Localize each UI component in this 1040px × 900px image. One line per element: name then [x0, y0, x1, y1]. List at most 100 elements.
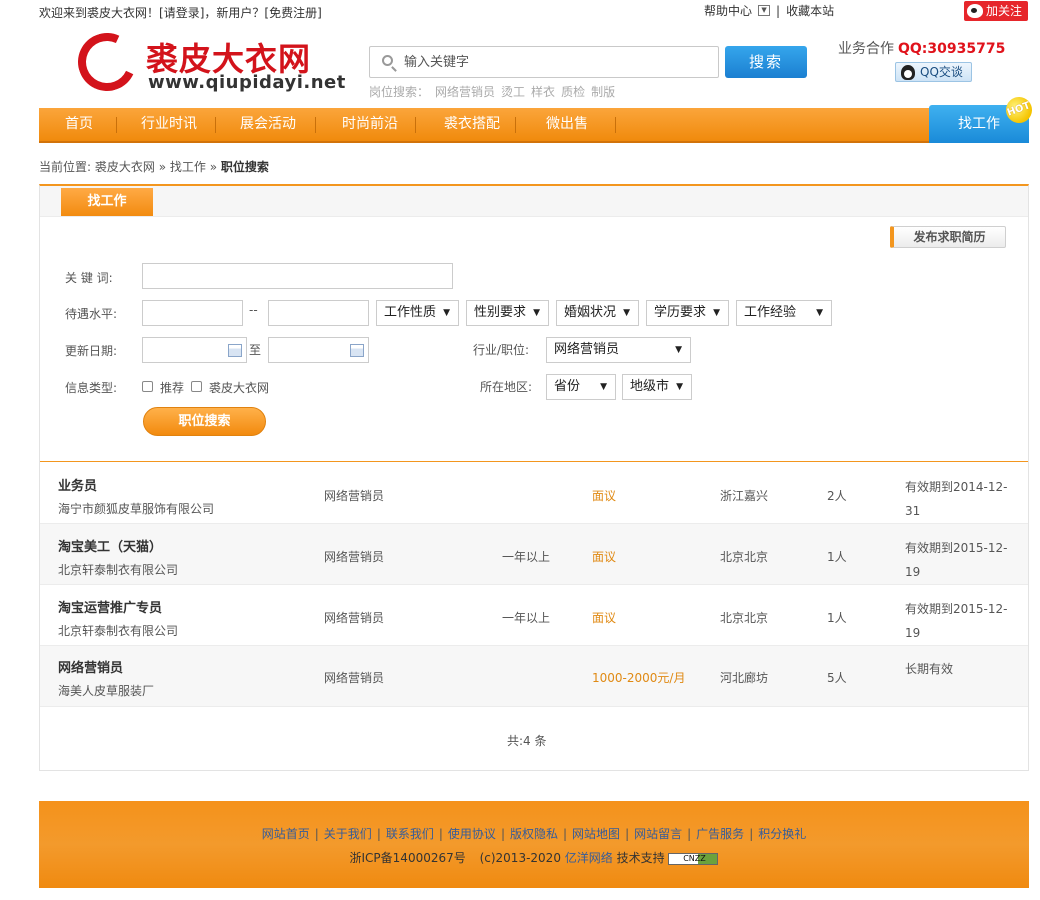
nav-item-news[interactable]: 行业时讯 [117, 108, 216, 141]
select-value: 婚姻状况 [564, 305, 617, 320]
hot-search-item[interactable]: 烫工 [501, 85, 525, 99]
logo-url: www.qiupidayi.net [148, 72, 346, 93]
job-count: 1人 [827, 550, 847, 564]
job-title[interactable]: 业务员 [58, 475, 97, 494]
select-value: 省份 [554, 379, 581, 394]
divider: | [625, 827, 630, 841]
keyword-label: 关 键 词: [65, 271, 113, 285]
dropdown-arrow-icon: ▼ [713, 308, 720, 318]
job-validity: 有效期到2015-12-19 [905, 602, 1008, 640]
industry-label: 行业/职位: [473, 343, 530, 357]
calendar-icon[interactable] [228, 344, 242, 357]
register-link[interactable]: [免费注册] [264, 6, 321, 20]
dropdown-arrow-icon: ▼ [676, 382, 683, 392]
result-count: 共:4 条 [507, 734, 547, 748]
dropdown-arrow-icon: ▼ [623, 308, 630, 318]
footer-link[interactable]: 网站地图 [572, 827, 620, 841]
divider: | [776, 3, 781, 18]
keyword-input[interactable] [142, 263, 453, 289]
footer-link[interactable]: 联系我们 [386, 827, 434, 841]
cnzz-badge[interactable]: CNZZ [668, 852, 719, 865]
company-name[interactable]: 北京轩泰制衣有限公司 [58, 561, 178, 578]
footer-link[interactable]: 广告服务 [696, 827, 744, 841]
education-select[interactable]: 学历要求 ▼ [646, 300, 729, 326]
footer-link[interactable]: 关于我们 [324, 827, 372, 841]
province-select[interactable]: 省份 ▼ [546, 374, 616, 400]
footer-link[interactable]: 使用协议 [448, 827, 496, 841]
salary-max-input[interactable] [268, 300, 369, 326]
weibo-follow-button[interactable]: 加关注 [964, 1, 1028, 21]
footer-link[interactable]: 积分换礼 [758, 827, 806, 841]
calendar-icon[interactable] [350, 344, 364, 357]
hot-search-item[interactable]: 样衣 [531, 85, 555, 99]
job-title[interactable]: 淘宝美工（天猫） [58, 536, 162, 555]
job-nature-select[interactable]: 工作性质 ▼ [376, 300, 459, 326]
nav-item-exhibitions[interactable]: 展会活动 [216, 108, 316, 141]
job-salary: 面议 [592, 550, 617, 564]
date-label: 更新日期: [65, 344, 118, 358]
hot-search-item[interactable]: 网络营销员 [435, 85, 495, 99]
recommend-checkbox[interactable] [142, 381, 153, 392]
footer-link[interactable]: 版权隐私 [510, 827, 558, 841]
tab-find-job[interactable]: 找工作 [61, 188, 153, 216]
company-name[interactable]: 海宁市颜狐皮草服饰有限公司 [58, 500, 214, 517]
city-select[interactable]: 地级市 ▼ [622, 374, 692, 400]
dropdown-arrow-icon: ▼ [533, 308, 540, 318]
help-center-link[interactable]: 帮助中心 [704, 2, 752, 19]
divider [40, 461, 1028, 462]
table-row[interactable]: 淘宝运营推广专员 北京轩泰制衣有限公司 网络营销员 一年以上 面议 北京北京 1… [40, 585, 1028, 646]
breadcrumb-current: 职位搜索 [220, 160, 269, 174]
nav-item-fashion[interactable]: 时尚前沿 [316, 108, 416, 141]
job-search-button[interactable]: 职位搜索 [143, 407, 266, 436]
breadcrumb-find-job[interactable]: 找工作 [170, 160, 206, 174]
select-value: 工作性质 [384, 305, 437, 320]
search-input[interactable] [404, 52, 704, 72]
experience-select[interactable]: 工作经验 ▼ [736, 300, 832, 326]
company-link[interactable]: 亿洋网络 [565, 851, 613, 865]
nav-label: 行业时讯 [141, 116, 197, 132]
login-link[interactable]: [请登录] [159, 6, 204, 20]
dropdown-arrow-icon: ▼ [675, 345, 682, 355]
breadcrumb-home[interactable]: 裘皮大衣网 [95, 160, 155, 174]
qq-chat-button[interactable]: QQ交谈 [895, 62, 972, 82]
table-row[interactable]: 网络营销员 海美人皮草服装厂 网络营销员 1000-2000元/月 河北廊坊 5… [40, 646, 1028, 707]
nav-label: 时尚前沿 [342, 116, 398, 132]
icp-link[interactable]: 浙ICP备14000267号 [350, 851, 466, 865]
footer-link[interactable]: 网站留言 [634, 827, 682, 841]
footer-link[interactable]: 网站首页 [262, 827, 310, 841]
job-title[interactable]: 淘宝运营推广专员 [58, 597, 162, 616]
company-name[interactable]: 北京轩泰制衣有限公司 [58, 622, 178, 639]
table-row[interactable]: 淘宝美工（天猫） 北京轩泰制衣有限公司 网络营销员 一年以上 面议 北京北京 1… [40, 524, 1028, 585]
bookmark-link[interactable]: 收藏本站 [786, 2, 834, 19]
company-name[interactable]: 海美人皮草服装厂 [58, 682, 154, 699]
hot-search-item[interactable]: 制版 [591, 85, 615, 99]
job-category: 网络营销员 [324, 550, 385, 564]
industry-select[interactable]: 网络营销员 ▼ [546, 337, 691, 363]
hot-search-item[interactable]: 质检 [561, 85, 585, 99]
job-location: 北京北京 [720, 611, 769, 625]
job-validity: 有效期到2014-12-31 [905, 480, 1008, 518]
nav-item-home[interactable]: 首页 [39, 108, 117, 141]
date-sep: 至 [249, 343, 262, 357]
marital-select[interactable]: 婚姻状况 ▼ [556, 300, 639, 326]
salary-min-input[interactable] [142, 300, 243, 326]
table-row[interactable]: 业务员 海宁市颜狐皮草服饰有限公司 网络营销员 面议 浙江嘉兴 2人 有效期到2… [40, 463, 1028, 524]
divider: | [500, 827, 505, 841]
job-count: 1人 [827, 611, 847, 625]
site-checkbox[interactable] [191, 381, 202, 392]
post-resume-button[interactable]: 发布求职简历 [890, 226, 1006, 248]
breadcrumb: 当前位置: 裘皮大衣网 » 找工作 » 职位搜索 [39, 158, 269, 175]
chevron-down-icon[interactable]: ▼ [758, 5, 771, 16]
top-bar: 欢迎来到裘皮大衣网！[请登录]，新用户？[免费注册] 帮助中心 ▼ | 收藏本站… [0, 0, 1040, 24]
nav-label: 首页 [65, 116, 93, 132]
job-category: 网络营销员 [324, 611, 385, 625]
gender-select[interactable]: 性别要求 ▼ [466, 300, 549, 326]
nav-item-matching[interactable]: 裘衣搭配 [416, 108, 516, 141]
search-button[interactable]: 搜索 [725, 46, 807, 78]
job-title[interactable]: 网络营销员 [58, 657, 123, 676]
footer-copyright: 浙ICP备14000267号 (c)2013-2020 亿洋网络 技术支持 CN… [39, 849, 1029, 866]
nav-item-sale[interactable]: 微出售 [516, 108, 616, 141]
date-to-input[interactable] [268, 337, 369, 363]
job-category: 网络营销员 [324, 489, 385, 503]
date-from-input[interactable] [142, 337, 247, 363]
